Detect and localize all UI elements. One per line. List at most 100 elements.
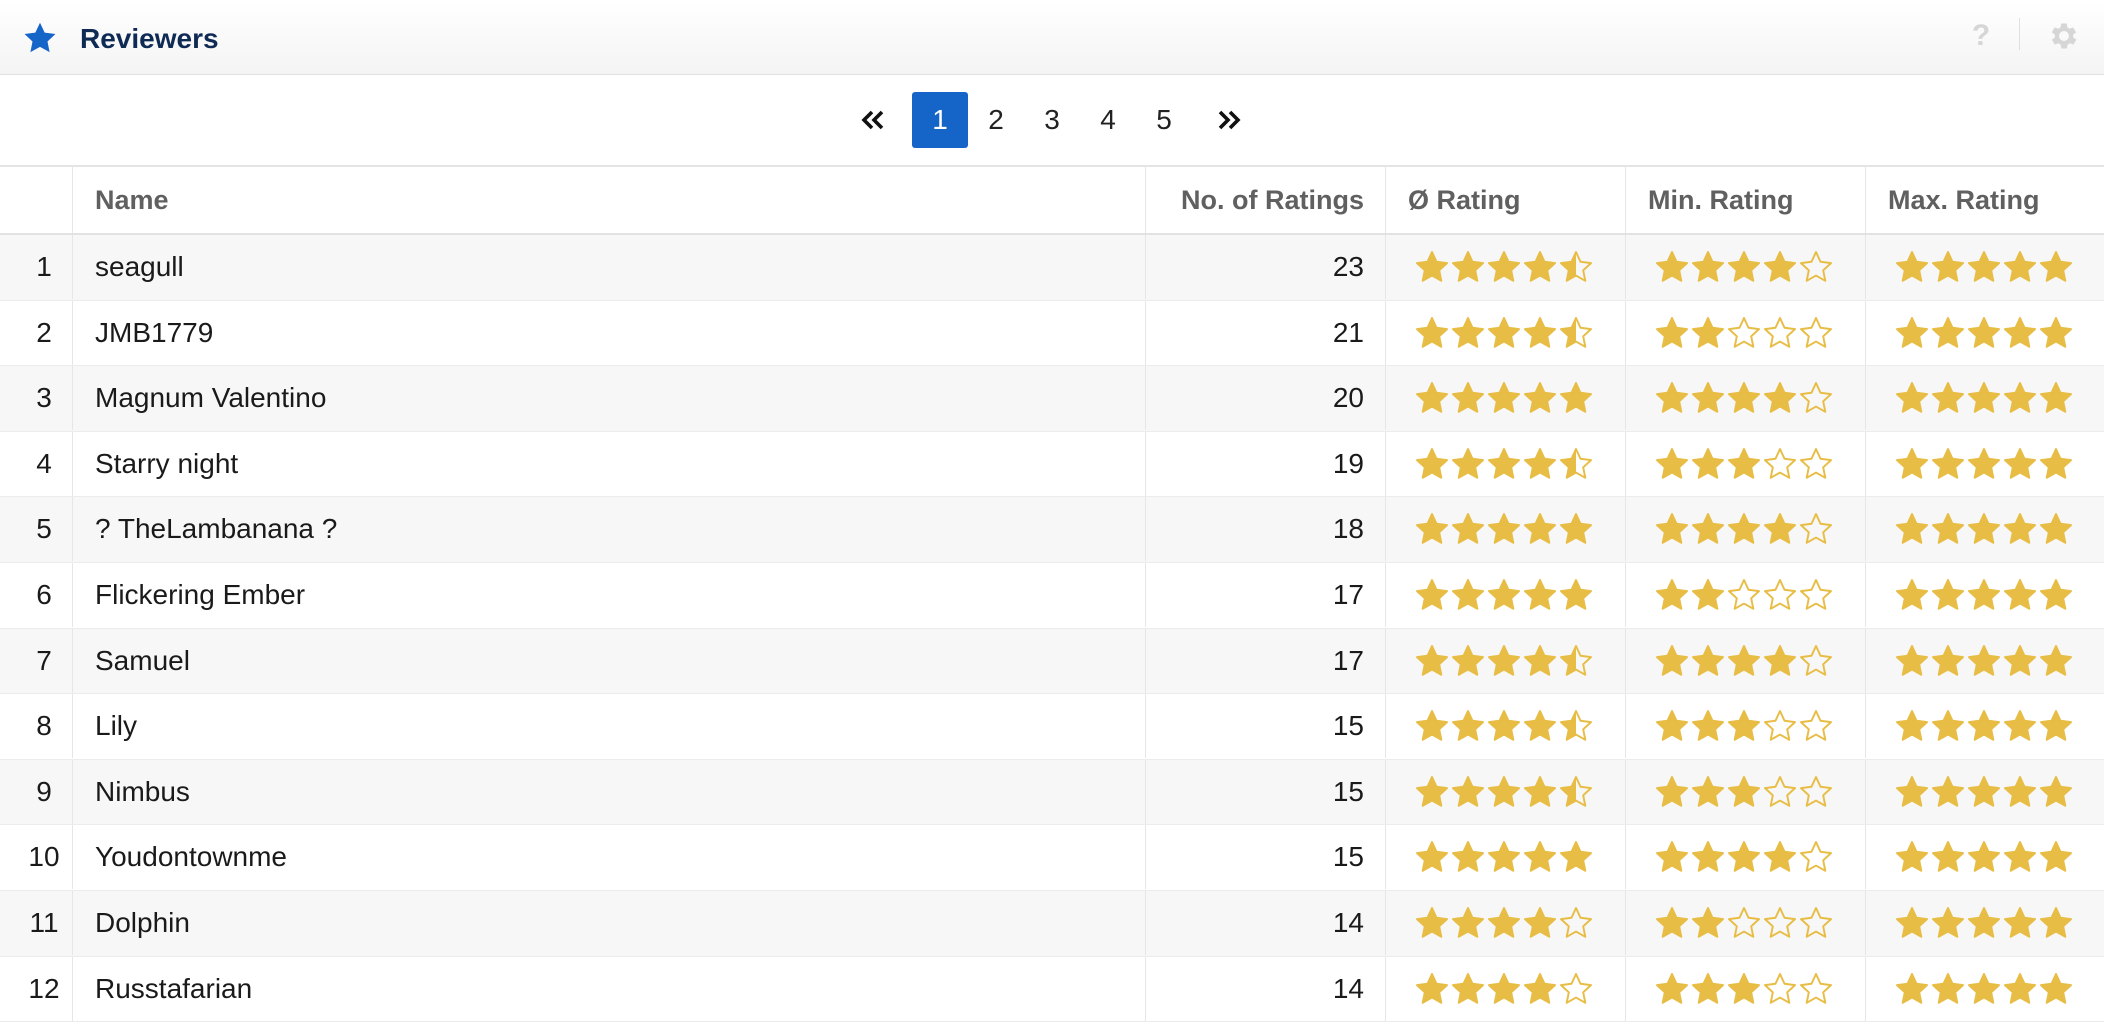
star-full-icon	[1896, 251, 1928, 282]
avg-stars	[1414, 971, 1594, 1007]
min-stars	[1654, 511, 1834, 547]
reviewer-name[interactable]: seagull	[72, 235, 1145, 299]
column-header-avg-rating[interactable]: Ø Rating	[1385, 167, 1625, 233]
first-page-button[interactable]	[856, 92, 892, 148]
max-stars	[1894, 708, 2074, 744]
avg-stars	[1414, 839, 1594, 875]
star-full-icon	[1452, 841, 1484, 873]
star-full-icon	[1452, 972, 1484, 1004]
table-row[interactable]: 7 Samuel 17	[0, 628, 2104, 695]
star-empty-icon	[1800, 316, 1832, 348]
row-index: 10	[28, 841, 60, 873]
star-full-icon	[1524, 906, 1556, 938]
min-stars	[1654, 249, 1834, 285]
reviewer-name[interactable]: Dolphin	[72, 890, 1145, 955]
star-full-icon	[1524, 775, 1556, 807]
star-empty-icon	[1764, 906, 1796, 938]
star-full-icon	[1488, 644, 1520, 676]
star-full-icon	[2004, 316, 2036, 348]
star-full-icon	[1764, 513, 1796, 545]
min-rating-cell	[1625, 562, 1865, 627]
star-empty-icon	[1800, 775, 1832, 807]
avg-stars	[1414, 643, 1594, 679]
star-full-icon	[1728, 841, 1760, 873]
column-header-max-rating[interactable]: Max. Rating	[1865, 167, 2104, 233]
star-full-icon	[1692, 382, 1724, 413]
table-row[interactable]: 9 Nimbus 15	[0, 759, 2104, 826]
reviewer-name[interactable]: Lily	[72, 694, 1145, 759]
star-full-icon	[1524, 447, 1556, 479]
table-row[interactable]: 4 Starry night 19	[0, 431, 2104, 498]
reviewer-name[interactable]: Youdontownme	[72, 825, 1145, 890]
column-header-min-rating[interactable]: Min. Rating	[1625, 167, 1865, 233]
table-row[interactable]: 12 Russtafarian 14	[0, 956, 2104, 1023]
num-ratings: 17	[1145, 562, 1385, 627]
star-full-icon	[1488, 316, 1520, 348]
page-button-1[interactable]: 1	[912, 92, 968, 148]
star-full-icon	[2040, 316, 2072, 348]
table-row[interactable]: 11 Dolphin 14	[0, 890, 2104, 957]
help-icon[interactable]: ?	[1966, 18, 1996, 54]
table-row[interactable]: 8 Lily 15	[0, 694, 2104, 760]
star-full-icon	[1968, 447, 2000, 479]
reviewer-name[interactable]: JMB1779	[72, 300, 1145, 365]
page-button-3[interactable]: 3	[1024, 92, 1080, 148]
num-ratings: 19	[1145, 431, 1385, 496]
star-full-icon	[1728, 513, 1760, 545]
reviewer-name[interactable]: Flickering Ember	[72, 562, 1145, 627]
star-empty-icon	[1800, 513, 1832, 545]
num-ratings: 23	[1145, 235, 1385, 299]
min-rating-cell	[1625, 628, 1865, 693]
last-page-button[interactable]	[1212, 92, 1248, 148]
num-ratings: 17	[1145, 628, 1385, 693]
max-stars	[1894, 315, 2074, 351]
avg-rating-cell	[1385, 956, 1625, 1021]
star-full-icon	[2004, 447, 2036, 479]
gear-icon[interactable]	[2047, 19, 2081, 53]
star-full-icon	[1452, 710, 1484, 741]
star-full-icon	[2040, 447, 2072, 479]
table-row[interactable]: 3 Magnum Valentino 20	[0, 366, 2104, 432]
star-full-icon	[1692, 841, 1724, 873]
page-button-4[interactable]: 4	[1080, 92, 1136, 148]
reviewer-name[interactable]: ? TheLambanana ?	[72, 497, 1145, 562]
star-full-icon	[1416, 841, 1448, 873]
page-button-5[interactable]: 5	[1136, 92, 1192, 148]
table-row[interactable]: 10 Youdontownme 15	[0, 825, 2104, 891]
max-stars	[1894, 643, 2074, 679]
star-full-icon	[1896, 841, 1928, 873]
avg-rating-cell	[1385, 562, 1625, 627]
max-rating-cell	[1865, 890, 2104, 955]
min-stars	[1654, 315, 1834, 351]
table-row[interactable]: 6 Flickering Ember 17	[0, 562, 2104, 629]
column-header-index	[0, 167, 72, 233]
double-chevron-right-icon	[1218, 110, 1241, 130]
min-rating-cell	[1625, 235, 1865, 299]
star-full-icon	[1524, 251, 1556, 282]
reviewer-name[interactable]: Nimbus	[72, 759, 1145, 824]
min-rating-cell	[1625, 497, 1865, 562]
max-rating-cell	[1865, 694, 2104, 759]
table-row[interactable]: 5 ? TheLambanana ? 18	[0, 497, 2104, 563]
column-header-name[interactable]: Name	[72, 167, 1145, 233]
column-header-num-ratings[interactable]: No. of Ratings	[1145, 167, 1385, 233]
star-full-icon	[1692, 513, 1724, 545]
table-body: 1 seagull 23 2 JMB1779 21 3 Magnum Valentino 20 4…	[0, 235, 2104, 1023]
star-full-icon	[2040, 513, 2072, 545]
double-chevron-left-icon	[861, 110, 884, 130]
star-full-icon	[1932, 775, 1964, 807]
page-button-2[interactable]: 2	[968, 92, 1024, 148]
star-full-icon	[1692, 447, 1724, 479]
reviewer-name[interactable]: Magnum Valentino	[72, 366, 1145, 431]
star-half-icon	[1560, 775, 1592, 807]
max-rating-cell	[1865, 497, 2104, 562]
star-full-icon	[1416, 972, 1448, 1004]
reviewer-name[interactable]: Russtafarian	[72, 956, 1145, 1021]
table-row[interactable]: 1 seagull 23	[0, 235, 2104, 301]
star-full-icon	[1692, 775, 1724, 807]
reviewer-name[interactable]: Samuel	[72, 628, 1145, 693]
table-row[interactable]: 2 JMB1779 21	[0, 300, 2104, 367]
star-full-icon	[2004, 513, 2036, 545]
star-empty-icon	[1800, 447, 1832, 479]
reviewer-name[interactable]: Starry night	[72, 431, 1145, 496]
